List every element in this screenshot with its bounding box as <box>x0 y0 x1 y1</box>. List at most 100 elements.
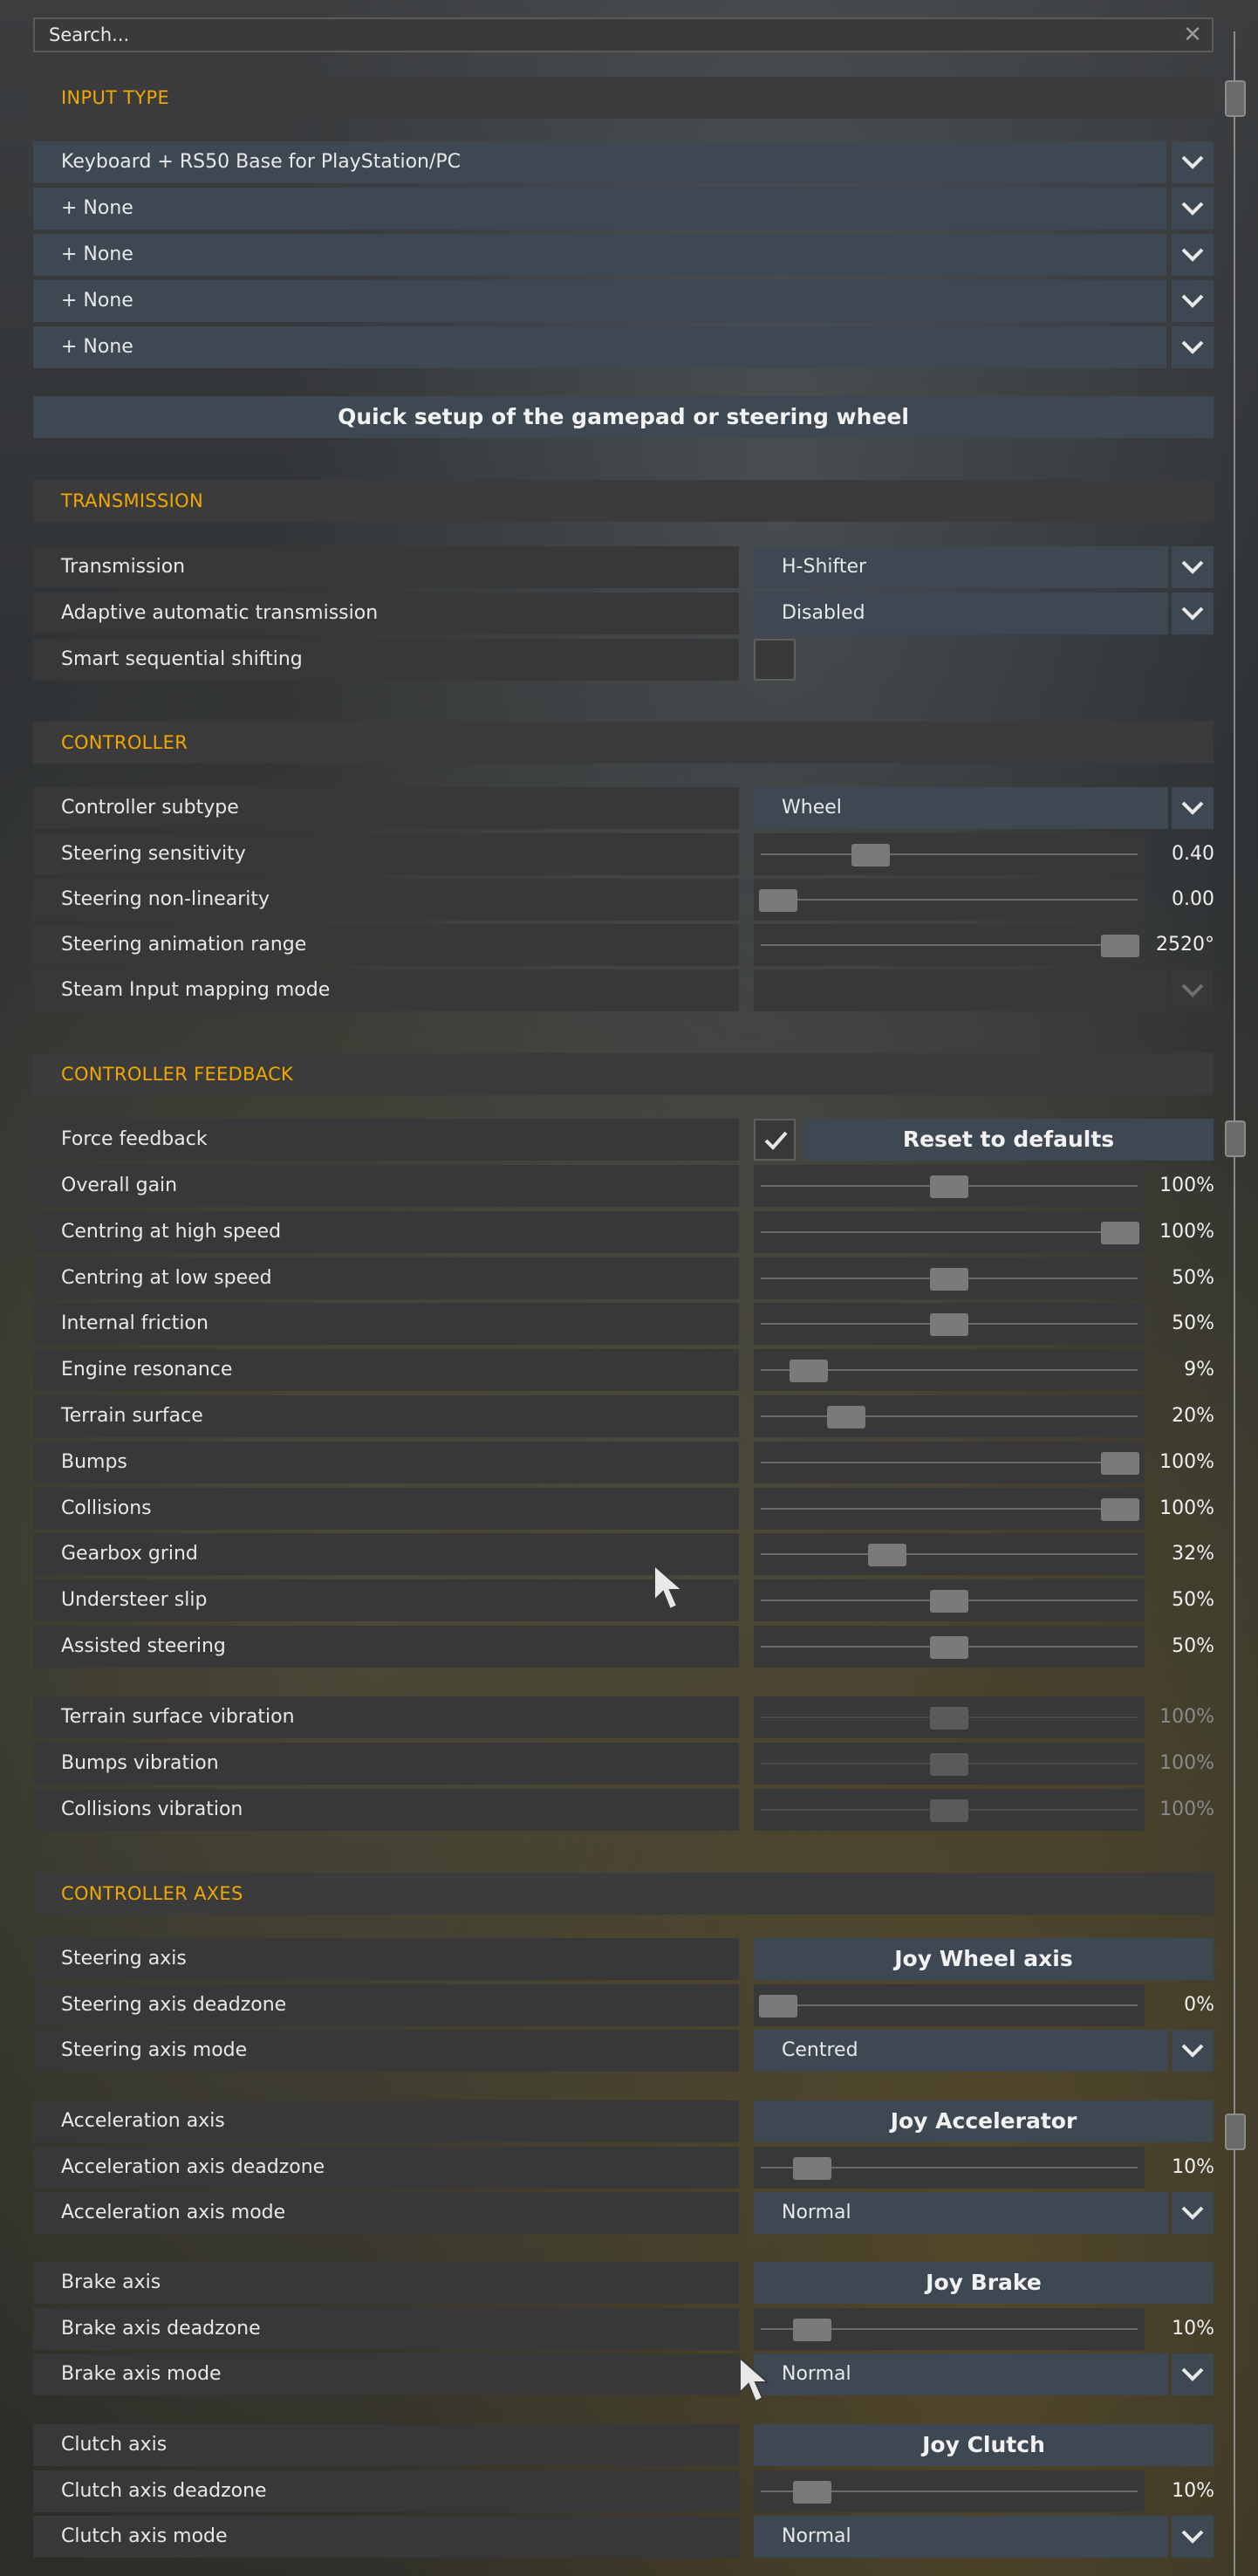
feedback-setting-slider[interactable] <box>754 1441 1145 1483</box>
axis-label: Steering axis <box>33 1938 739 1980</box>
feedback-setting-slider[interactable] <box>754 1210 1145 1253</box>
controller-setting-slider[interactable] <box>754 833 1145 875</box>
slider-thumb[interactable] <box>790 1360 828 1383</box>
chevron-down-icon[interactable] <box>1172 2192 1214 2234</box>
feedback-setting-label: Terrain surface <box>33 1395 739 1437</box>
section-header-transmission: TRANSMISSION <box>33 480 1214 522</box>
feedback-setting-value: 100% <box>1159 1175 1214 1196</box>
adaptive-transmission-dropdown[interactable]: Disabled <box>754 593 1168 634</box>
axis-deadzone-slider[interactable] <box>754 1984 1145 2026</box>
axis-binding-button[interactable]: Joy Clutch <box>754 2424 1214 2466</box>
slider-thumb[interactable] <box>1101 1497 1139 1521</box>
axis-deadzone-label: Acceleration axis deadzone <box>33 2147 739 2189</box>
scrollbar-track[interactable] <box>1234 31 1235 2576</box>
force-feedback-checkbox[interactable] <box>754 1119 796 1161</box>
slider-thumb[interactable] <box>827 1406 865 1428</box>
feedback-setting-value: 50% <box>1172 1635 1214 1657</box>
slider-thumb[interactable] <box>868 1544 906 1567</box>
reset-to-defaults-button[interactable]: Reset to defaults <box>803 1119 1214 1161</box>
chevron-down-icon[interactable] <box>1172 234 1214 276</box>
slider-thumb[interactable] <box>759 889 797 912</box>
force-feedback-label: Force feedback <box>33 1119 739 1161</box>
axis-deadzone-label: Clutch axis deadzone <box>33 2470 739 2512</box>
slider-thumb[interactable] <box>793 2157 831 2180</box>
slider-thumb[interactable] <box>793 2481 831 2504</box>
feedback-setting-slider[interactable] <box>754 1395 1145 1437</box>
controller-setting-slider[interactable] <box>754 924 1145 966</box>
axis-mode-dropdown[interactable]: Centred <box>754 2030 1168 2072</box>
controller-setting-value: 0.40 <box>1172 843 1214 865</box>
controller-setting-slider[interactable] <box>754 879 1145 921</box>
slider-thumb[interactable] <box>930 1636 968 1659</box>
controller-setting-label: Steering animation range <box>33 924 739 966</box>
slider-track <box>761 899 1138 901</box>
chevron-down-icon[interactable] <box>1172 2516 1214 2558</box>
slider-thumb <box>930 1799 968 1822</box>
search-input[interactable]: Search... ✕ <box>33 17 1214 52</box>
feedback-setting-value: 32% <box>1172 1543 1214 1565</box>
feedback-setting-value: 100% <box>1159 1497 1214 1519</box>
axis-label: Acceleration axis <box>33 2100 739 2142</box>
axis-mode-dropdown[interactable]: Normal <box>754 2516 1168 2558</box>
chevron-down-icon[interactable] <box>1172 787 1214 829</box>
slider-track <box>761 1461 1138 1463</box>
slider-thumb[interactable] <box>759 1995 797 2018</box>
feedback-setting-value: 50% <box>1172 1266 1214 1289</box>
axis-mode-dropdown[interactable]: Normal <box>754 2353 1168 2395</box>
feedback-setting-label: Internal friction <box>33 1303 739 1346</box>
axis-binding-button[interactable]: Joy Wheel axis <box>754 1938 1214 1980</box>
slider-thumb[interactable] <box>851 844 890 867</box>
quick-setup-button[interactable]: Quick setup of the gamepad or steering w… <box>33 396 1214 438</box>
controller-subtype-label: Controller subtype <box>33 787 739 829</box>
input-device-dropdown[interactable]: Keyboard + RS50 Base for PlayStation/PC <box>33 141 1166 183</box>
slider-thumb[interactable] <box>793 2319 831 2341</box>
feedback-setting-label: Overall gain <box>33 1165 739 1207</box>
axis-binding-button[interactable]: Joy Accelerator <box>754 2100 1214 2142</box>
chevron-down-icon[interactable] <box>1172 546 1214 588</box>
chevron-down-icon[interactable] <box>1172 593 1214 634</box>
axis-deadzone-slider[interactable] <box>754 2470 1145 2512</box>
feedback-setting-value: 50% <box>1172 1589 1214 1612</box>
chevron-down-icon[interactable] <box>1172 326 1214 368</box>
slider-thumb <box>930 1753 968 1776</box>
feedback-setting-slider[interactable] <box>754 1487 1145 1530</box>
chevron-down-icon[interactable] <box>1172 280 1214 322</box>
scrollbar-thumb[interactable] <box>1225 80 1246 117</box>
slider-thumb[interactable] <box>1101 935 1139 957</box>
slider-thumb[interactable] <box>930 1175 968 1198</box>
feedback-setting-slider[interactable] <box>754 1533 1145 1576</box>
input-device-dropdown[interactable]: + None <box>33 188 1166 230</box>
input-device-dropdown[interactable]: + None <box>33 326 1166 368</box>
check-icon <box>764 1131 788 1150</box>
slider-thumb[interactable] <box>930 1267 968 1291</box>
feedback-setting-slider[interactable] <box>754 1579 1145 1622</box>
chevron-down-icon[interactable] <box>1172 141 1214 183</box>
input-device-dropdown[interactable]: + None <box>33 234 1166 276</box>
feedback-setting-slider[interactable] <box>754 1349 1145 1392</box>
smart-sequential-checkbox[interactable] <box>754 639 796 681</box>
clear-search-icon[interactable]: ✕ <box>1182 24 1203 46</box>
slider-thumb[interactable] <box>930 1313 968 1337</box>
feedback-setting-slider[interactable] <box>754 1303 1145 1346</box>
slider-thumb[interactable] <box>930 1590 968 1613</box>
controller-subtype-dropdown[interactable]: Wheel <box>754 787 1168 829</box>
chevron-down-icon[interactable] <box>1172 2353 1214 2395</box>
axis-deadzone-slider[interactable] <box>754 2147 1145 2189</box>
transmission-dropdown[interactable]: H-Shifter <box>754 546 1168 588</box>
axis-deadzone-slider[interactable] <box>754 2308 1145 2350</box>
feedback-setting-slider[interactable] <box>754 1257 1145 1299</box>
input-device-dropdown[interactable]: + None <box>33 280 1166 322</box>
feedback-setting-slider[interactable] <box>754 1626 1145 1668</box>
vibration-setting-slider <box>754 1789 1145 1831</box>
axis-label: Brake axis <box>33 2262 739 2304</box>
axis-deadzone-value: 10% <box>1172 2156 1214 2178</box>
axis-binding-button[interactable]: Joy Brake <box>754 2262 1214 2304</box>
slider-thumb[interactable] <box>1101 1451 1139 1475</box>
slider-thumb[interactable] <box>1101 1221 1139 1244</box>
feedback-setting-value: 9% <box>1184 1359 1214 1381</box>
chevron-down-icon[interactable] <box>1172 188 1214 230</box>
feedback-setting-slider[interactable] <box>754 1165 1145 1207</box>
axis-deadzone-value: 10% <box>1172 2318 1214 2340</box>
chevron-down-icon[interactable] <box>1172 2030 1214 2072</box>
axis-mode-dropdown[interactable]: Normal <box>754 2192 1168 2234</box>
